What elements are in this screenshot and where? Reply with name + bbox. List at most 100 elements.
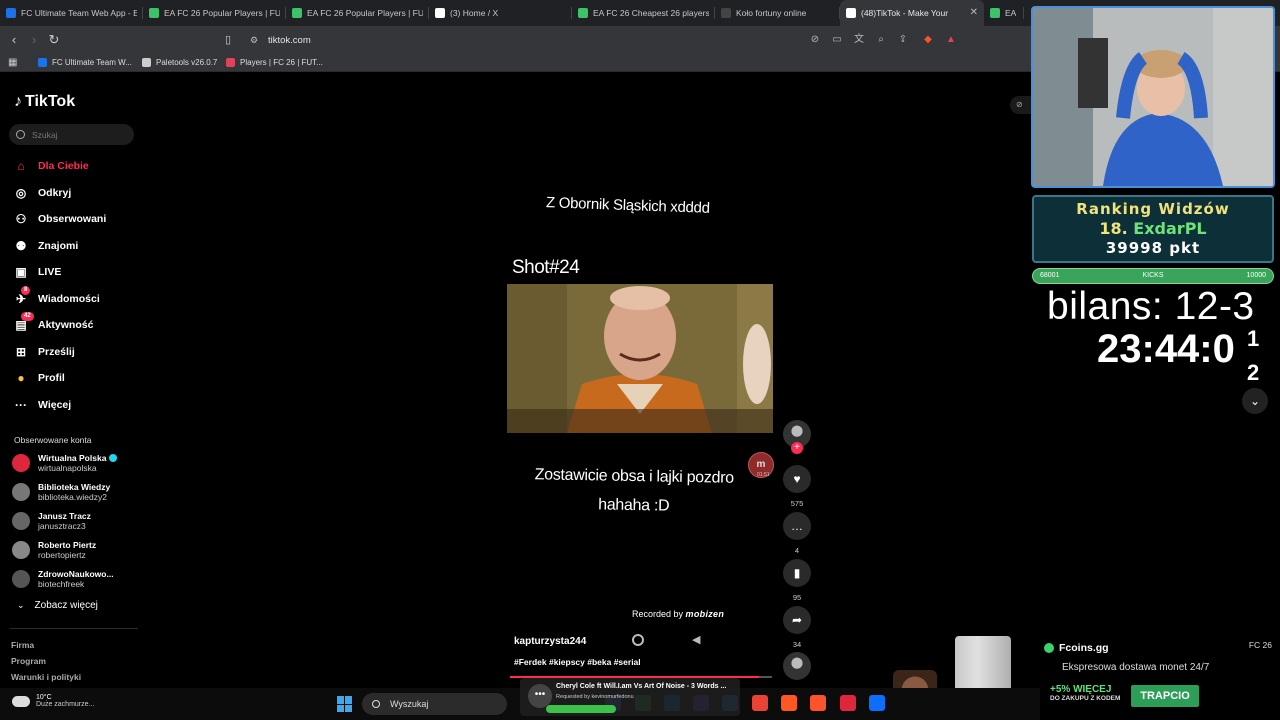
windows-start-icon[interactable]	[337, 696, 353, 712]
bookmark-item[interactable]: Paletools v26.0.7	[142, 58, 217, 67]
save-count: 95	[792, 593, 802, 602]
bookmark-item[interactable]: Players | FC 26 | FUT...	[226, 58, 323, 67]
followed-account[interactable]: Biblioteka Wiedzy biblioteka.wiedzy2	[12, 482, 110, 502]
like-action[interactable]: ♥ 575	[783, 465, 811, 508]
tab-title: EA FC 26 Popular Players | FUT	[307, 8, 423, 18]
bookmark-icon[interactable]: ▯	[220, 32, 236, 48]
sidebar-item-home[interactable]: ⌂ Dla Ciebie	[13, 157, 88, 175]
live-icon: ▣	[15, 265, 27, 279]
sidebar-item-live[interactable]: ▣ LIVE	[13, 263, 61, 281]
scroll-down-button[interactable]: ⌄	[1242, 388, 1268, 414]
brave-shield-icon[interactable]: ◆	[921, 33, 935, 47]
share-action[interactable]: ➦ 34	[783, 606, 811, 649]
bookmark-save-icon[interactable]: ▮	[783, 559, 811, 587]
sidebar-item-following[interactable]: ⚇ Obserwowani	[13, 210, 107, 228]
taskbar-app-icon[interactable]	[810, 695, 826, 711]
tab-favicon-icon	[846, 8, 856, 18]
brave-rewards-icon[interactable]: ▲	[944, 33, 958, 47]
next-creator-avatar[interactable]	[783, 652, 811, 680]
ranking-entry: 18. ExdarPL	[1034, 219, 1272, 238]
tab-title: (3) Home / X	[450, 8, 499, 18]
webcam-overlay	[1031, 6, 1275, 188]
back-icon[interactable]: ‹	[6, 32, 22, 48]
sidebar-item-compass[interactable]: ◎ Odkryj	[13, 184, 72, 202]
messages-icon: ✈ 8	[13, 285, 31, 307]
reload-icon[interactable]: ↻	[46, 32, 62, 48]
account-handle: robertopiertz	[38, 550, 86, 560]
browser-tab[interactable]: EA FC 26 Popular Players | FUT	[143, 0, 286, 26]
search-input[interactable]	[32, 129, 122, 140]
followed-account[interactable]: Janusz Tracz janusztracz3	[12, 511, 91, 531]
sidebar-item-label: Aktywność	[38, 319, 94, 331]
pip-toggle-icon[interactable]: ⊘	[1010, 96, 1032, 114]
avatar	[12, 512, 30, 530]
cast-icon[interactable]: ▭	[830, 33, 844, 47]
stream-clock-side: 1 2	[1247, 322, 1259, 390]
share-arrow-icon[interactable]: ➦	[783, 606, 811, 634]
video-hashtags[interactable]: #Ferdek #kiepscy #beka #serial	[514, 657, 641, 667]
share-icon[interactable]: ⇪	[896, 33, 910, 47]
account-name: ZdrowoNaukowo...	[38, 569, 114, 579]
see-more-button[interactable]: ⌄ Zobacz więcej	[17, 600, 98, 611]
browser-tab[interactable]: Koło fortuny online	[715, 0, 840, 26]
browser-tab[interactable]: (3) Home / X	[429, 0, 572, 26]
taskbar-app-icon[interactable]	[781, 695, 797, 711]
video-author[interactable]: kapturzysta244	[514, 636, 586, 647]
forward-icon[interactable]: ›	[26, 32, 42, 48]
tab-favicon-icon	[990, 8, 1000, 18]
bookmark-item[interactable]: FC Ultimate Team W...	[38, 58, 132, 67]
taskbar-app-icon[interactable]	[869, 695, 885, 711]
back-triangle-icon[interactable]: ◀	[692, 633, 700, 646]
heart-icon[interactable]: ♥	[783, 465, 811, 493]
avatar	[12, 454, 30, 472]
search-box[interactable]	[9, 124, 134, 145]
sidebar-item-profile[interactable]: ● Profil	[13, 369, 64, 387]
record-icon[interactable]	[632, 634, 644, 646]
sidebar-item-friends[interactable]: ⚉ Znajomi	[13, 237, 79, 255]
browser-tab[interactable]: EA	[984, 0, 1024, 26]
translate-icon[interactable]: 文	[852, 33, 866, 47]
fcoins-logo-text: Fcoins.gg	[1059, 642, 1109, 654]
sidebar-item-label: Wiadomości	[38, 292, 100, 305]
comment-count: 4	[794, 546, 800, 555]
sidebar-item-more[interactable]: ··· Więcej	[13, 396, 71, 414]
account-name: Biblioteka Wiedzy	[38, 482, 111, 492]
save-action[interactable]: ▮ 95	[783, 559, 811, 602]
footer-link-company[interactable]: Firma	[11, 640, 34, 650]
browser-tab[interactable]: (48)TikTok - Make Your ✕	[840, 0, 984, 26]
media-notification[interactable]: ••• Cheryl Cole ft Will.I.am Vs Art Of N…	[520, 678, 740, 716]
share-count: 34	[792, 640, 802, 649]
taskbar-search[interactable]: Wyszukaj	[362, 693, 507, 715]
followed-account[interactable]: Wirtualna Polska wirtualnapolska	[12, 453, 118, 473]
comment-icon[interactable]: …	[783, 512, 811, 540]
site-info-icon[interactable]: ⚙	[250, 35, 258, 46]
tab-close-icon[interactable]: ✕	[970, 7, 978, 18]
footer-link-program[interactable]: Program	[11, 656, 46, 666]
browser-tab[interactable]: FC Ultimate Team Web App - E	[0, 0, 143, 26]
footer-link-terms[interactable]: Warunki i polityki	[11, 672, 81, 682]
sidebar-item-label: Odkryj	[38, 186, 72, 199]
sidebar-item-upload[interactable]: ⊞ Prześlij	[13, 343, 75, 361]
comment-action[interactable]: … 4	[783, 512, 811, 555]
weather-desc: Duże zachmurze...	[36, 701, 95, 708]
browser-tab[interactable]: EA FC 26 Popular Players | FUT	[286, 0, 429, 26]
recorded-by-label: Recorded by	[632, 609, 684, 619]
sidebar-item-activity[interactable]: ▤ 42 Aktywność	[13, 312, 94, 334]
followed-account[interactable]: ZdrowoNaukowo... biotechfreek	[12, 569, 114, 589]
sidebar-item-messages[interactable]: ✈ 8 Wiadomości	[13, 285, 100, 308]
account-name: Janusz Tracz	[38, 511, 91, 521]
no-tracking-icon[interactable]: ⊘	[808, 33, 822, 47]
followed-account[interactable]: Roberto Piertz robertopiertz	[12, 540, 96, 560]
taskbar-app-icon[interactable]	[840, 695, 856, 711]
video-still-image[interactable]	[507, 284, 773, 433]
browser-tab[interactable]: EA FC 26 Cheapest 26 players	[572, 0, 715, 26]
tiktok-logo[interactable]: ♪ TikTok	[14, 93, 75, 111]
zoom-icon[interactable]: ⌕	[874, 33, 888, 47]
tab-title: EA FC 26 Cheapest 26 players	[593, 8, 709, 18]
weather-widget[interactable]: 10°C Duże zachmurze...	[12, 694, 94, 708]
tab-favicon-icon	[578, 8, 588, 18]
apps-grid-icon[interactable]: ▦	[8, 57, 17, 68]
follow-plus-icon[interactable]: +	[791, 442, 803, 454]
taskbar-app-icon[interactable]	[752, 695, 768, 711]
player-controls: ◀	[630, 634, 740, 648]
